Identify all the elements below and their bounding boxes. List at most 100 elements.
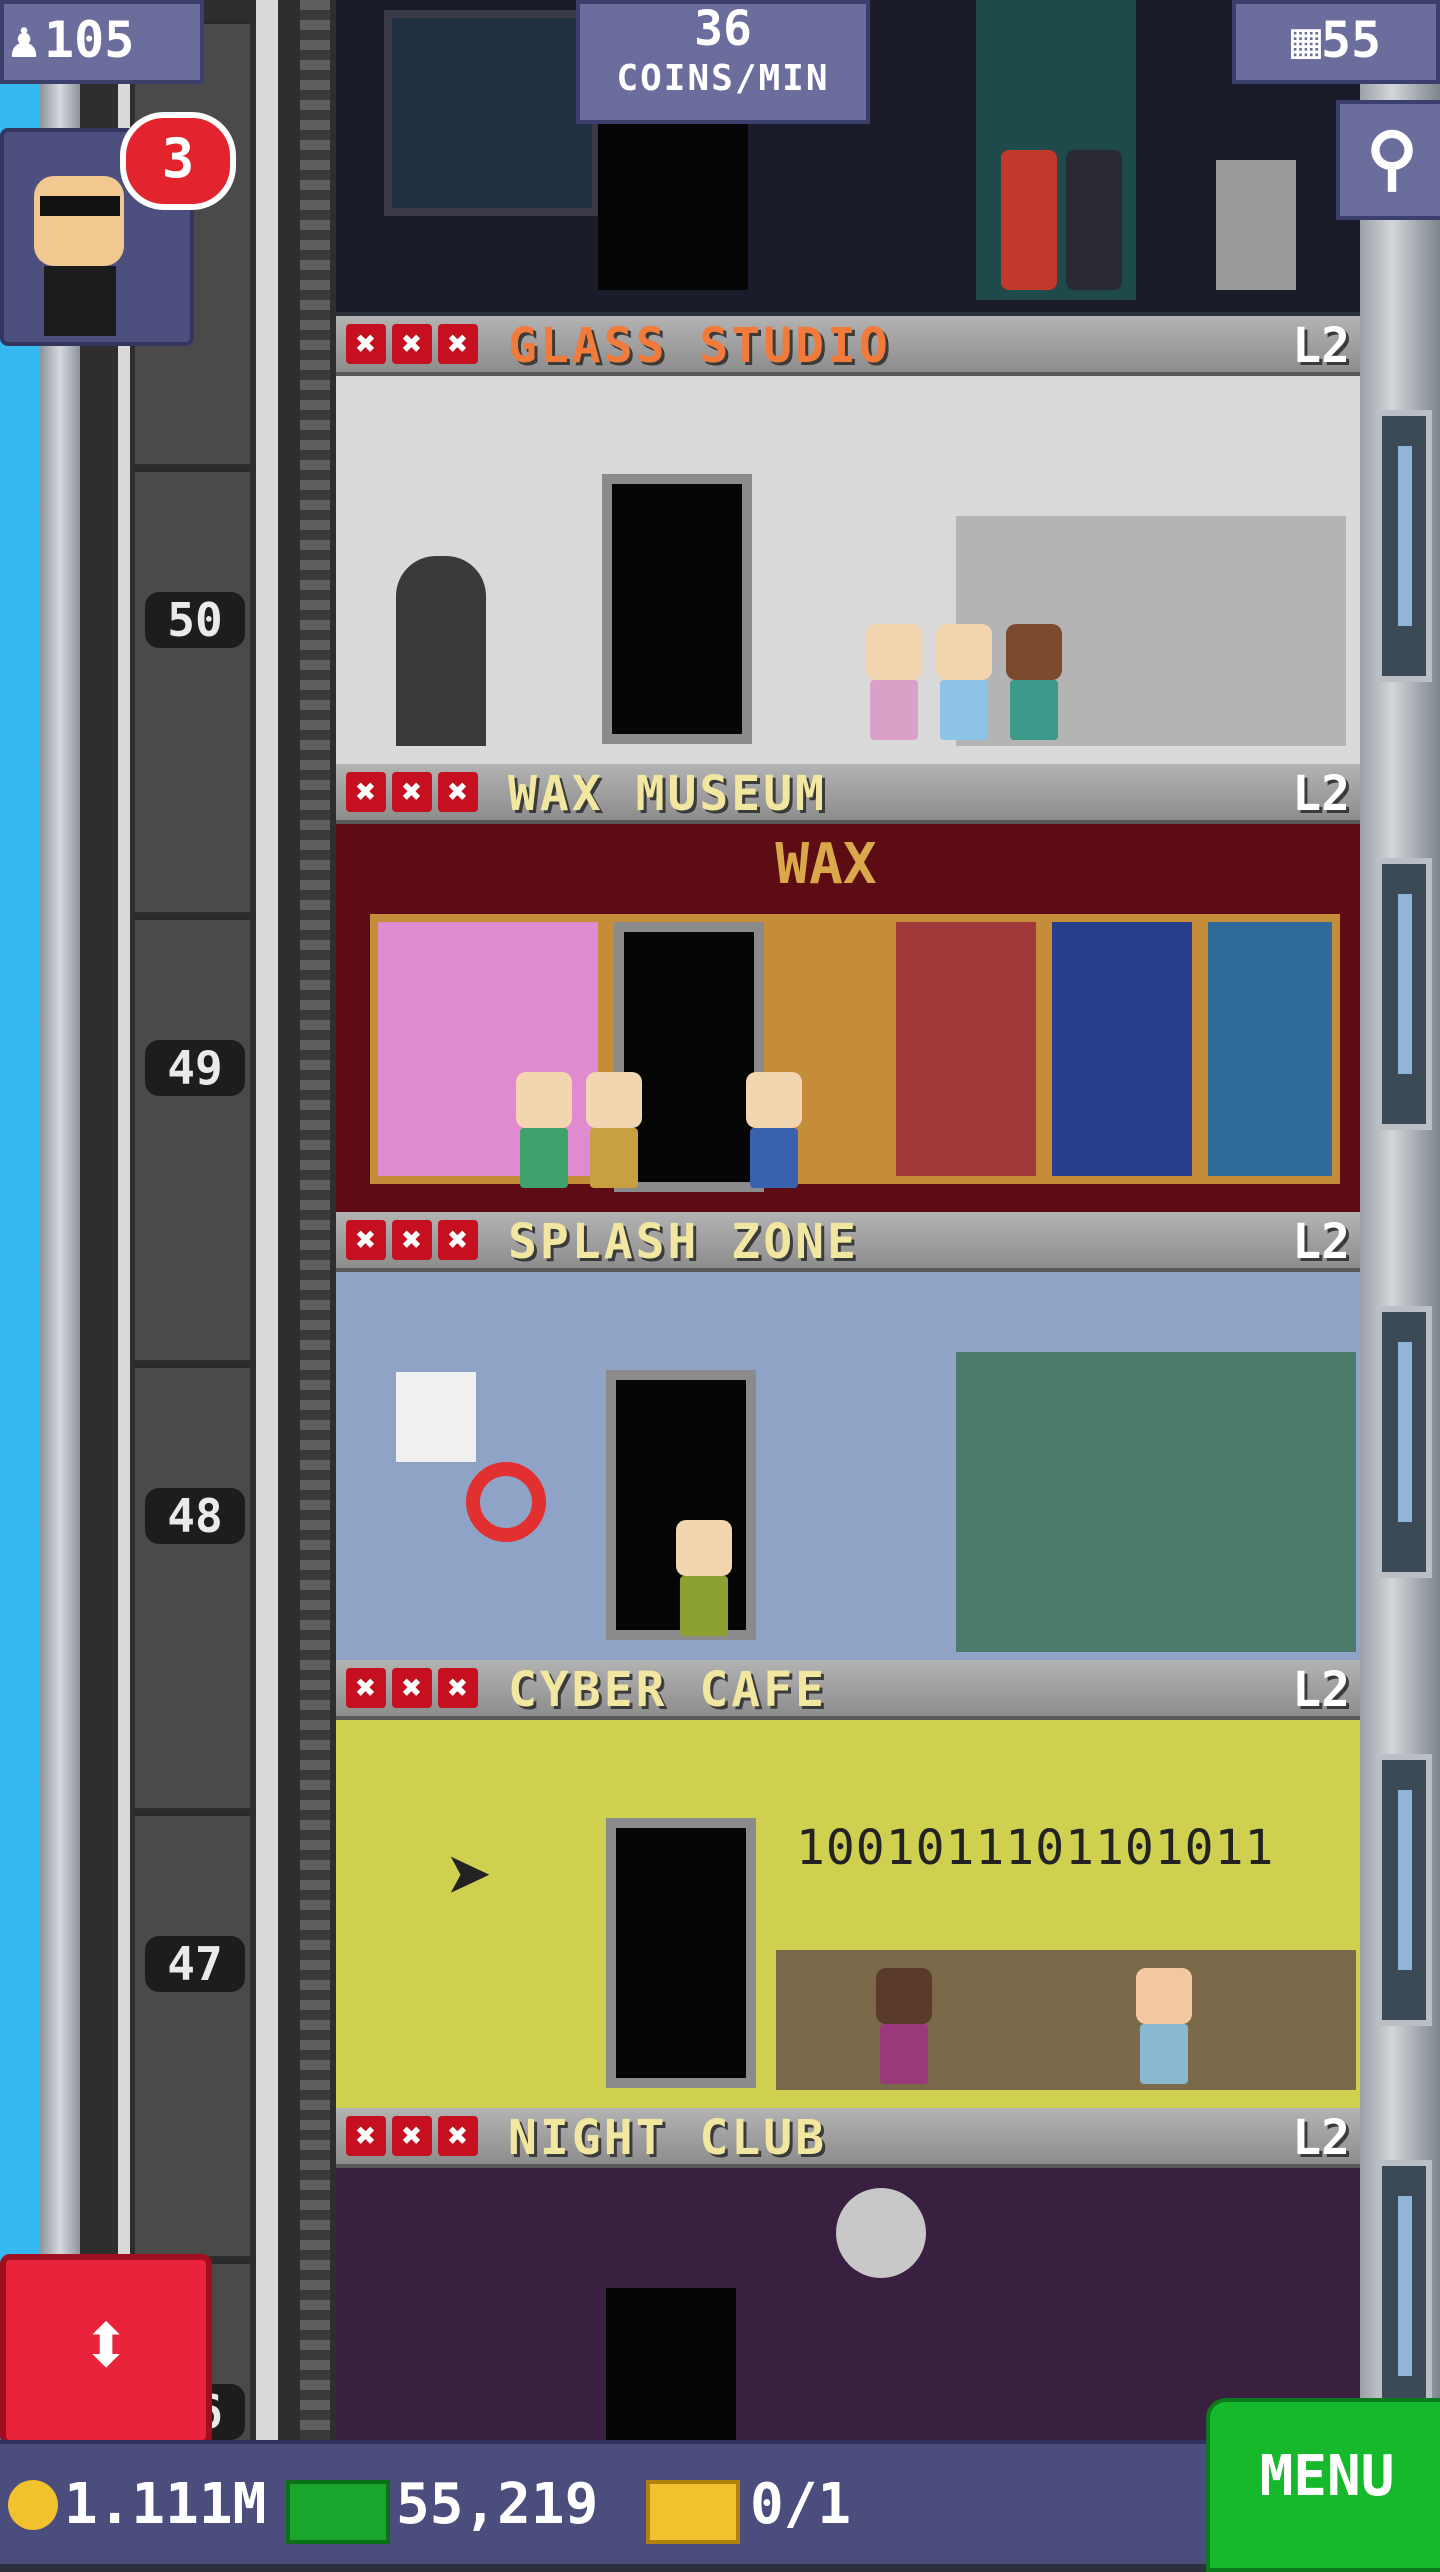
computer-desks <box>776 1950 1356 2090</box>
floor-number-47: 47 <box>145 1936 245 1992</box>
cursor-icon: ➤ <box>446 1830 495 1923</box>
search-button[interactable]: ⚲ <box>1336 100 1440 220</box>
disco-ball-icon <box>836 2188 926 2278</box>
empty-star-icon: ✖ <box>392 324 432 364</box>
room-level: L2 <box>1292 2110 1350 2166</box>
bitizen[interactable] <box>676 1520 732 1640</box>
floors-counter[interactable]: ▦55 <box>1232 0 1440 84</box>
room-name: WAX MUSEUM <box>508 766 827 822</box>
star-rating: ✖ ✖ ✖ <box>346 324 484 364</box>
room-banner: ✖ ✖ ✖ WAX MUSEUM L2 <box>336 764 1360 824</box>
building-icon: ▦ <box>1290 11 1321 69</box>
ticket-icon <box>646 2480 740 2544</box>
bitizen[interactable] <box>866 624 922 744</box>
star-rating: ✖ ✖ ✖ <box>346 2116 484 2156</box>
empty-star-icon: ✖ <box>438 2116 478 2156</box>
poster <box>384 10 600 216</box>
building-window <box>1376 1306 1432 1578</box>
room-name: CYBER CAFE <box>508 1662 827 1718</box>
coins-value: 1.111M <box>64 2472 267 2537</box>
exhibit <box>896 922 1036 1176</box>
bitizen[interactable] <box>1006 624 1062 744</box>
empty-star-icon: ✖ <box>438 1668 478 1708</box>
room-banner: ✖ ✖ ✖ GLASS STUDIO L2 <box>336 316 1360 376</box>
bitizen[interactable] <box>746 1072 802 1192</box>
building-right-wall <box>1360 0 1440 2440</box>
building-window <box>1376 1754 1432 2026</box>
hero-character[interactable] <box>1001 150 1057 290</box>
coin-icon <box>8 2480 58 2530</box>
bat-character[interactable] <box>1066 150 1122 290</box>
room-interior: WAX <box>336 824 1360 1212</box>
room-level: L2 <box>1292 318 1350 374</box>
exhibit <box>1208 922 1332 1176</box>
star-rating: ✖ ✖ ✖ <box>346 1668 484 1708</box>
room-cyber-cafe[interactable]: ✖ ✖ ✖ CYBER CAFE L2 ➤ 1001011101101011 <box>336 1660 1360 2108</box>
empty-star-icon: ✖ <box>438 324 478 364</box>
room-banner: ✖ ✖ ✖ SPLASH ZONE L2 <box>336 1212 1360 1272</box>
star-rating: ✖ ✖ ✖ <box>346 772 484 812</box>
bitizen[interactable] <box>876 1968 932 2088</box>
room-splash-zone[interactable]: ✖ ✖ ✖ SPLASH ZONE L2 <box>336 1212 1360 1660</box>
room-night-club[interactable]: ✖ ✖ ✖ NIGHT CLUB L2 <box>336 2108 1360 2440</box>
population-counter[interactable]: ♟105 <box>0 0 204 84</box>
room-level: L2 <box>1292 1662 1350 1718</box>
coins-per-min-label: COINS/MIN <box>616 58 830 99</box>
building-window <box>1376 2160 1432 2432</box>
star-rating: ✖ ✖ ✖ <box>346 1220 484 1260</box>
notice-board <box>396 1372 476 1462</box>
kiln <box>396 556 486 746</box>
room-interior: ➤ 1001011101101011 <box>336 1720 1360 2108</box>
empty-star-icon: ✖ <box>346 772 386 812</box>
empty-star-icon: ✖ <box>346 1220 386 1260</box>
doorway <box>598 110 748 290</box>
empty-star-icon: ✖ <box>392 1668 432 1708</box>
life-ring-icon <box>466 1462 546 1542</box>
room-wax-museum[interactable]: ✖ ✖ ✖ WAX MUSEUM L2 WAX <box>336 764 1360 1212</box>
room-level: L2 <box>1292 1214 1350 1270</box>
avatar <box>34 176 124 266</box>
coins-per-min-value: 36 <box>694 1 752 57</box>
bitizen[interactable] <box>586 1072 642 1192</box>
bux-value: 55,219 <box>396 2472 599 2537</box>
elevator-track <box>300 0 330 2440</box>
empty-star-icon: ✖ <box>392 772 432 812</box>
pool-window <box>956 1352 1356 1652</box>
bitizen[interactable] <box>516 1072 572 1192</box>
empty-star-icon: ✖ <box>346 1668 386 1708</box>
atm-machine <box>1216 160 1296 290</box>
menu-button[interactable]: MENU <box>1206 2398 1440 2572</box>
bitizen[interactable] <box>936 624 992 744</box>
footer-bar: 1.111M 55,219 0/1 MENU <box>0 2398 1440 2572</box>
sky <box>0 0 40 2440</box>
room-interior <box>336 2168 1360 2440</box>
sunglasses-icon <box>40 196 120 216</box>
elevator-rail-left <box>118 0 130 2440</box>
elevator-rail-right <box>256 0 278 2440</box>
room-name: SPLASH ZONE <box>508 1214 859 1270</box>
room-door <box>602 474 752 744</box>
floor-number-48: 48 <box>145 1488 245 1544</box>
magnifier-icon: ⚲ <box>1366 117 1418 199</box>
elevator-floor-cell <box>135 1364 250 1808</box>
empty-star-icon: ✖ <box>346 2116 386 2156</box>
cash-icon <box>286 2480 390 2544</box>
wax-sign: WAX <box>775 832 877 897</box>
notification-badge: 3 <box>120 112 236 210</box>
room-banner: ✖ ✖ ✖ NIGHT CLUB L2 <box>336 2108 1360 2168</box>
elevator-button[interactable]: ⬍ <box>0 2254 212 2446</box>
bitizen[interactable] <box>1136 1968 1192 2088</box>
suit <box>44 266 116 336</box>
empty-star-icon: ✖ <box>392 1220 432 1260</box>
elevator-floor-cell <box>135 916 250 1360</box>
floor-number-50: 50 <box>145 592 245 648</box>
room-door <box>606 2288 736 2440</box>
person-icon: ♟ <box>8 11 40 69</box>
tickets-value: 0/1 <box>750 2472 852 2537</box>
empty-star-icon: ✖ <box>438 772 478 812</box>
up-down-arrows-icon: ⬍ <box>78 2292 134 2397</box>
building-window <box>1376 410 1432 682</box>
room-glass-studio[interactable]: ✖ ✖ ✖ GLASS STUDIO L2 <box>336 316 1360 764</box>
room-interior <box>336 1272 1360 1660</box>
room-level: L2 <box>1292 766 1350 822</box>
